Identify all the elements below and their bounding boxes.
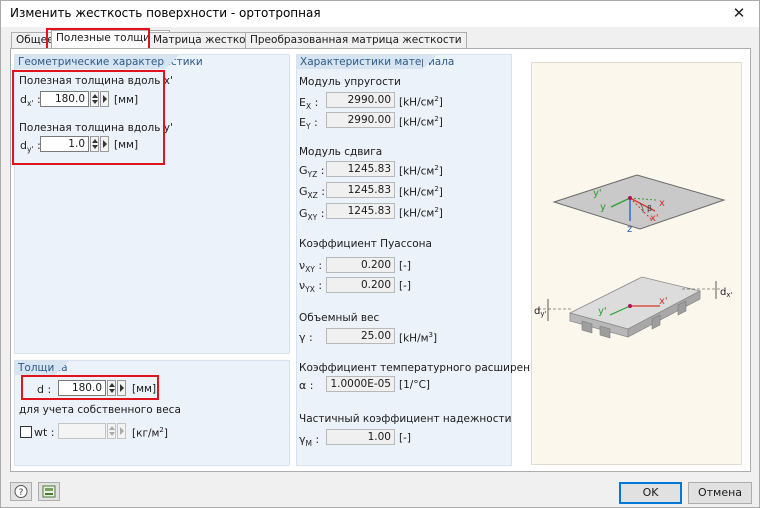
wt-checkbox[interactable] [20, 426, 32, 438]
help-button[interactable]: ? [10, 482, 32, 501]
title-bar: Изменить жесткость поверхности - ортотро… [1, 1, 759, 27]
bot-x-label: x' [659, 296, 668, 307]
thickness-group-title: Толщина [15, 361, 69, 375]
thickness-x-unit: [мм] [114, 94, 139, 106]
gamma-value: 25.00 [326, 328, 395, 344]
top-x-prime-label: x' [650, 213, 659, 224]
safety-label: Частичный коэффициент надежности [299, 413, 512, 425]
gm-value: 1.00 [326, 429, 395, 445]
top-z-label: z [627, 224, 632, 235]
ex-symbol: EX : [299, 96, 319, 112]
self-weight-label: для учета собственного веса [19, 404, 181, 416]
nyx-symbol: νYX : [299, 279, 323, 295]
wt-symbol: wt : [34, 426, 55, 439]
wt-spinner[interactable] [107, 423, 116, 439]
ok-button[interactable]: OK [619, 482, 682, 504]
cancel-button[interactable]: Отмена [688, 482, 752, 504]
alpha-value: 1.0000E-05 [326, 376, 395, 392]
top-origin [628, 196, 632, 200]
gyz-symbol: GYZ : [299, 164, 325, 180]
geometry-group-title: Геометрические характеристики [15, 55, 203, 69]
poisson-label: Коэффициент Пуассона [299, 238, 432, 250]
thermal-label: Коэффициент температурного расширения [299, 362, 544, 374]
dim-dx-label: dx' [720, 287, 733, 299]
ey-value: 2990.00 [326, 112, 395, 128]
tab-transformed-matrix[interactable]: Преобразованная матрица жесткости [245, 32, 467, 48]
ey-unit: [kH/см2] [399, 115, 443, 129]
gxy-unit: [kH/см2] [399, 206, 443, 220]
units-icon [42, 485, 56, 498]
dy-symbol: dy' : [20, 139, 41, 155]
ey-symbol: EY : [299, 116, 318, 132]
diagram-preview: y' y x x' z β x' y' dy' dx' [531, 62, 742, 465]
thickness-d-menu-button[interactable] [117, 380, 126, 396]
thickness-y-menu-button[interactable] [100, 136, 109, 152]
nyx-value: 0.200 [326, 277, 395, 293]
thickness-y-label: Полезная толщина вдоль y' [19, 122, 173, 134]
wt-menu-button[interactable] [117, 423, 126, 439]
thickness-y-unit: [мм] [114, 139, 139, 151]
gyz-unit: [kH/см2] [399, 164, 443, 178]
dx-symbol: dx' : [20, 93, 41, 109]
weight-label: Объемный вес [299, 312, 380, 324]
thickness-d-unit: [мм] [132, 383, 157, 395]
gm-symbol: γM : [299, 433, 320, 449]
gxz-symbol: GXZ : [299, 185, 326, 201]
top-y-prime-label: y' [593, 188, 602, 199]
ex-unit: [kH/см2] [399, 95, 443, 109]
thickness-y-input[interactable]: 1.0 [40, 136, 89, 152]
units-button[interactable] [38, 482, 60, 501]
gm-unit: [-] [399, 432, 411, 444]
gamma-unit: [kH/м3] [399, 331, 438, 345]
axes-diagram: y' y x x' z β x' y' dy' dx' [534, 174, 733, 339]
thickness-y-spinner[interactable] [90, 136, 99, 152]
thickness-x-input[interactable]: 180.0 [40, 91, 89, 107]
top-y-label: y [600, 202, 606, 213]
top-x-label: x [659, 198, 665, 209]
nxy-symbol: νXY : [299, 259, 323, 275]
dim-dy-label: dy' [534, 306, 547, 318]
material-group-title: Характеристики материала [297, 55, 454, 69]
thickness-x-menu-button[interactable] [100, 91, 109, 107]
nxy-value: 0.200 [326, 257, 395, 273]
shear-label: Модуль сдвига [299, 146, 383, 158]
bot-origin [628, 304, 632, 308]
bot-y-label: y' [598, 306, 607, 317]
thickness-x-label: Полезная толщина вдоль x' [19, 75, 173, 87]
thickness-d-spinner[interactable] [107, 380, 116, 396]
window-title: Изменить жесткость поверхности - ортотро… [10, 6, 321, 20]
nxy-unit: [-] [399, 260, 411, 272]
dialog-window: Изменить жесткость поверхности - ортотро… [0, 0, 760, 508]
help-icon: ? [14, 485, 28, 498]
top-beta-label: β [647, 204, 652, 213]
alpha-symbol: α : [299, 379, 314, 392]
gxy-symbol: GXY : [299, 207, 325, 223]
wt-input[interactable] [58, 423, 106, 439]
thickness-x-spinner[interactable] [90, 91, 99, 107]
thickness-d-input[interactable]: 180.0 [58, 380, 106, 396]
gamma-symbol: γ : [299, 331, 313, 344]
elasticity-label: Модуль упругости [299, 76, 401, 88]
d-symbol: d : [37, 383, 52, 396]
nyx-unit: [-] [399, 280, 411, 292]
gxy-value: 1245.83 [326, 203, 395, 219]
svg-text:?: ? [19, 488, 24, 498]
wt-unit: [кг/м2] [132, 426, 168, 440]
gyz-value: 1245.83 [326, 161, 395, 177]
close-icon[interactable]: ✕ [725, 2, 753, 24]
gxz-unit: [kH/см2] [399, 185, 443, 199]
ex-value: 2990.00 [326, 92, 395, 108]
alpha-unit: [1/°C] [399, 379, 430, 391]
gxz-value: 1245.83 [326, 182, 395, 198]
